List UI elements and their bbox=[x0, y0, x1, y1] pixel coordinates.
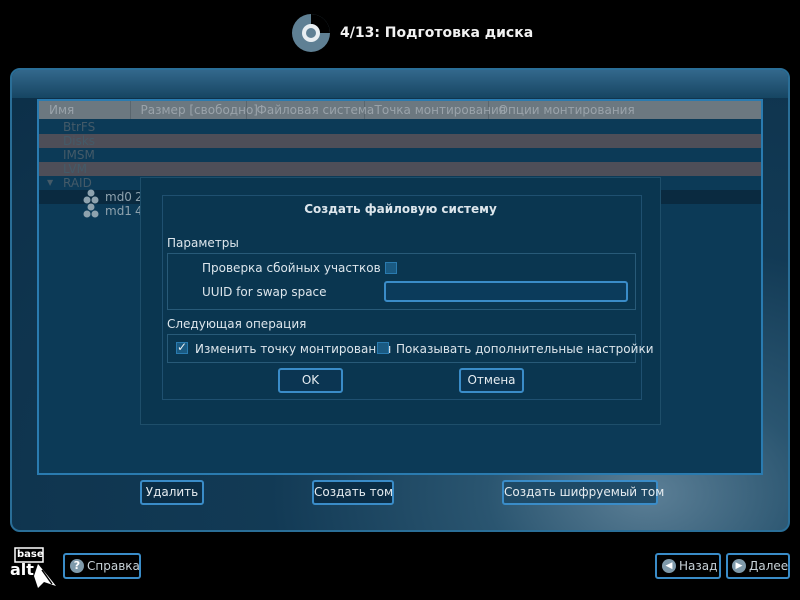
create-volume-button[interactable]: Создать том bbox=[312, 480, 394, 505]
help-button[interactable]: ? Справка bbox=[63, 553, 141, 579]
help-button-label: Справка bbox=[87, 559, 140, 573]
row-name: md1 bbox=[105, 204, 132, 218]
logo-text-top: base bbox=[17, 549, 44, 560]
bad-blocks-label: Проверка сбойных участков bbox=[202, 261, 381, 275]
column-header[interactable]: Размер [свободно] bbox=[131, 101, 258, 119]
row-name: RAID bbox=[63, 176, 92, 190]
uuid-input[interactable] bbox=[384, 281, 628, 302]
table-row[interactable]: IMSM bbox=[39, 148, 761, 162]
table-row[interactable]: Disks bbox=[39, 134, 761, 148]
table-row[interactable]: BtrFS bbox=[39, 120, 761, 134]
next-button-label: Далее bbox=[749, 559, 789, 573]
back-button[interactable]: ◀ Назад bbox=[655, 553, 721, 579]
row-name: IMSM bbox=[63, 148, 95, 162]
page-title: 4/13: Подготовка диска bbox=[340, 25, 534, 41]
show-advanced-label: Показывать дополнительные настройки bbox=[396, 342, 654, 356]
back-arrow-icon: ◀ bbox=[662, 559, 676, 573]
table-header: Имя Размер [свободно] Файловая система Т… bbox=[39, 101, 761, 119]
change-mount-checkbox[interactable] bbox=[176, 340, 188, 354]
raid-device-icon bbox=[83, 203, 99, 221]
show-advanced-checkbox[interactable] bbox=[377, 342, 389, 354]
row-name: Disks bbox=[63, 134, 96, 148]
installer-logo-icon bbox=[292, 14, 330, 52]
column-header[interactable]: Имя bbox=[39, 101, 131, 119]
column-header[interactable]: Точка монтирования bbox=[365, 101, 506, 119]
logo-text-bottom: alt bbox=[10, 560, 34, 579]
delete-button[interactable]: Удалить bbox=[140, 480, 204, 505]
change-mount-label: Изменить точку монтирования bbox=[195, 342, 392, 356]
params-group-label: Параметры bbox=[167, 236, 239, 250]
uuid-label: UUID for swap space bbox=[202, 285, 327, 299]
row-name: LVM bbox=[63, 162, 87, 176]
expand-arrow-icon[interactable]: ▼ bbox=[47, 176, 53, 190]
bad-blocks-checkbox[interactable] bbox=[385, 262, 397, 274]
dialog-title: Создать файловую систему bbox=[304, 202, 497, 216]
next-arrow-icon: ▶ bbox=[732, 559, 746, 573]
basealt-logo: base alt bbox=[8, 546, 60, 590]
row-name: md0 bbox=[105, 190, 132, 204]
help-icon: ? bbox=[70, 559, 84, 573]
ok-button[interactable]: OK bbox=[278, 368, 343, 393]
column-header[interactable]: Файловая система bbox=[247, 101, 374, 119]
create-filesystem-dialog: Создать файловую систему Параметры Прове… bbox=[140, 177, 661, 425]
table-row[interactable]: LVM bbox=[39, 162, 761, 176]
column-header[interactable]: Опции монтирования bbox=[489, 101, 761, 119]
cancel-button[interactable]: Отмена bbox=[459, 368, 524, 393]
next-button[interactable]: ▶ Далее bbox=[726, 553, 790, 579]
next-op-group-label: Следующая операция bbox=[167, 317, 307, 331]
row-name: BtrFS bbox=[63, 120, 96, 134]
create-encrypted-volume-button[interactable]: Создать шифруемый том bbox=[502, 480, 664, 505]
back-button-label: Назад bbox=[679, 559, 718, 573]
